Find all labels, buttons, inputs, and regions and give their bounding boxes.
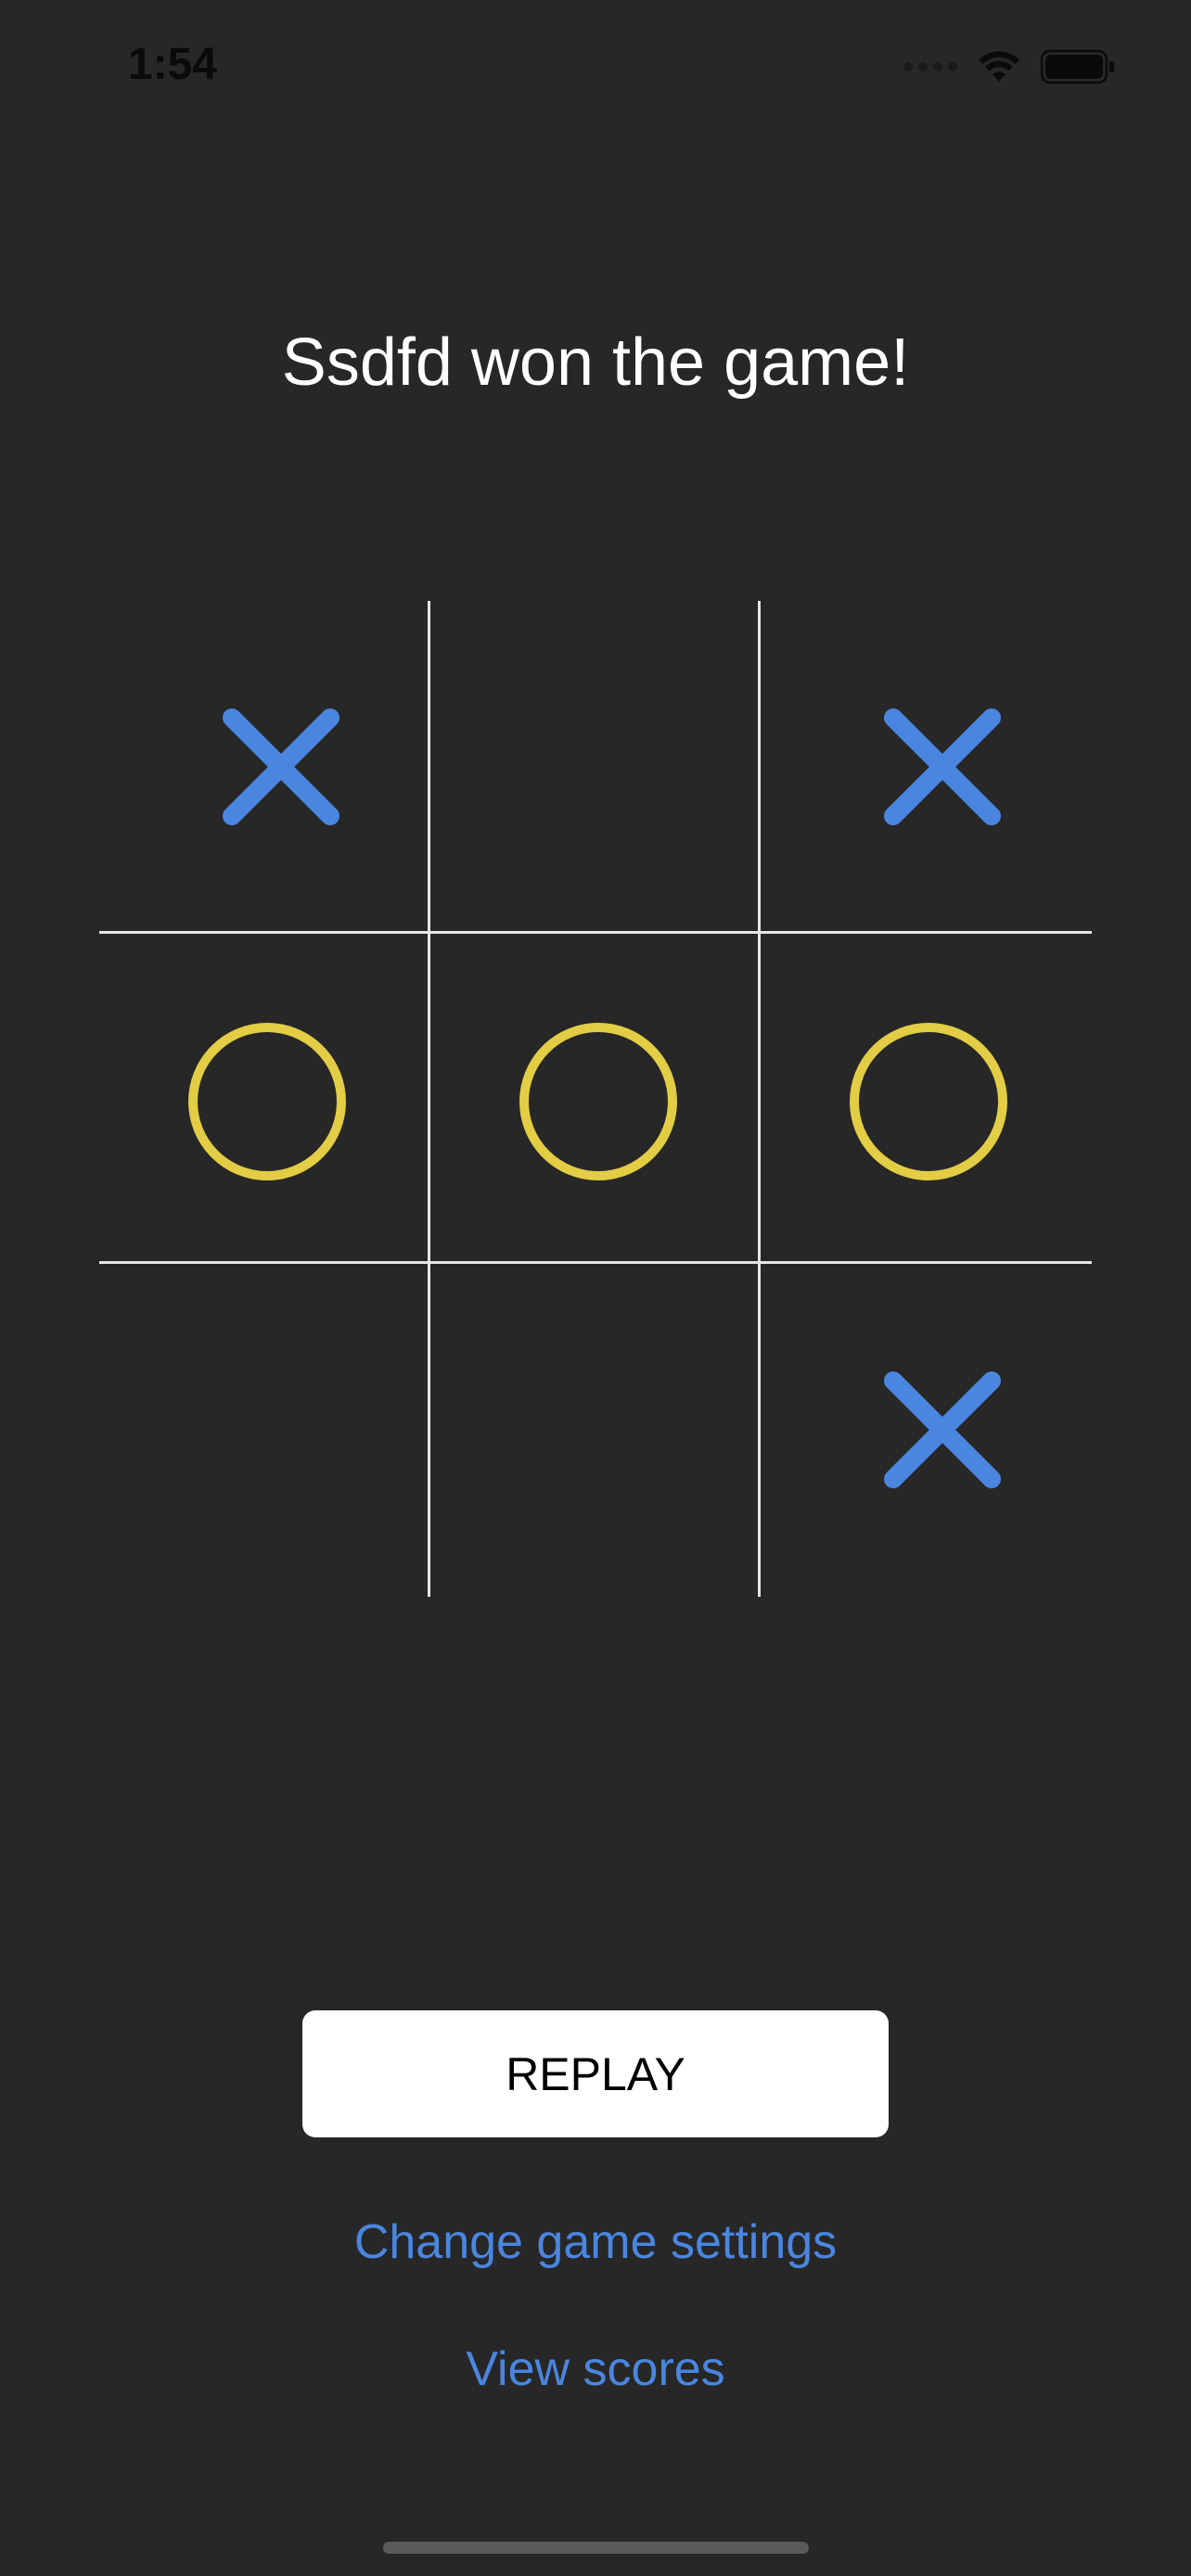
board-cell-r3-c3[interactable] — [761, 1264, 1091, 1595]
board-cell-r1-c2[interactable] — [430, 601, 761, 932]
board-cell-r3-c1[interactable] — [99, 1264, 429, 1595]
status-time: 1:54 — [128, 40, 218, 89]
board-cell-r3-c2[interactable] — [430, 1264, 761, 1595]
wifi-icon — [979, 51, 1019, 82]
game-result-title: Ssdfd won the game! — [281, 325, 910, 400]
x-mark-icon — [223, 708, 339, 825]
board-cell-r2-c2[interactable] — [430, 934, 761, 1265]
board-cell-r2-c1[interactable] — [99, 934, 429, 1265]
game-screen: 1:54 Ssdfd won the game! REPLAY Change g… — [0, 0, 1191, 2576]
change-settings-link[interactable]: Change game settings — [0, 2214, 1191, 2270]
tic-tac-toe-board — [99, 601, 1092, 1597]
board-cell-r1-c3[interactable] — [761, 601, 1091, 932]
o-mark-icon — [850, 1022, 1007, 1180]
board-cell-r2-c3[interactable] — [761, 934, 1091, 1265]
status-icons — [903, 45, 1115, 89]
replay-button[interactable]: REPLAY — [302, 2010, 889, 2137]
cellular-signal-icon — [903, 62, 957, 71]
battery-icon — [1041, 49, 1114, 84]
o-mark-icon — [188, 1022, 346, 1180]
home-indicator — [383, 2542, 809, 2554]
o-mark-icon — [519, 1022, 677, 1180]
x-mark-icon — [884, 1371, 1001, 1488]
x-mark-icon — [884, 708, 1001, 825]
board-cell-r1-c1[interactable] — [99, 601, 429, 932]
view-scores-link[interactable]: View scores — [0, 2341, 1191, 2397]
